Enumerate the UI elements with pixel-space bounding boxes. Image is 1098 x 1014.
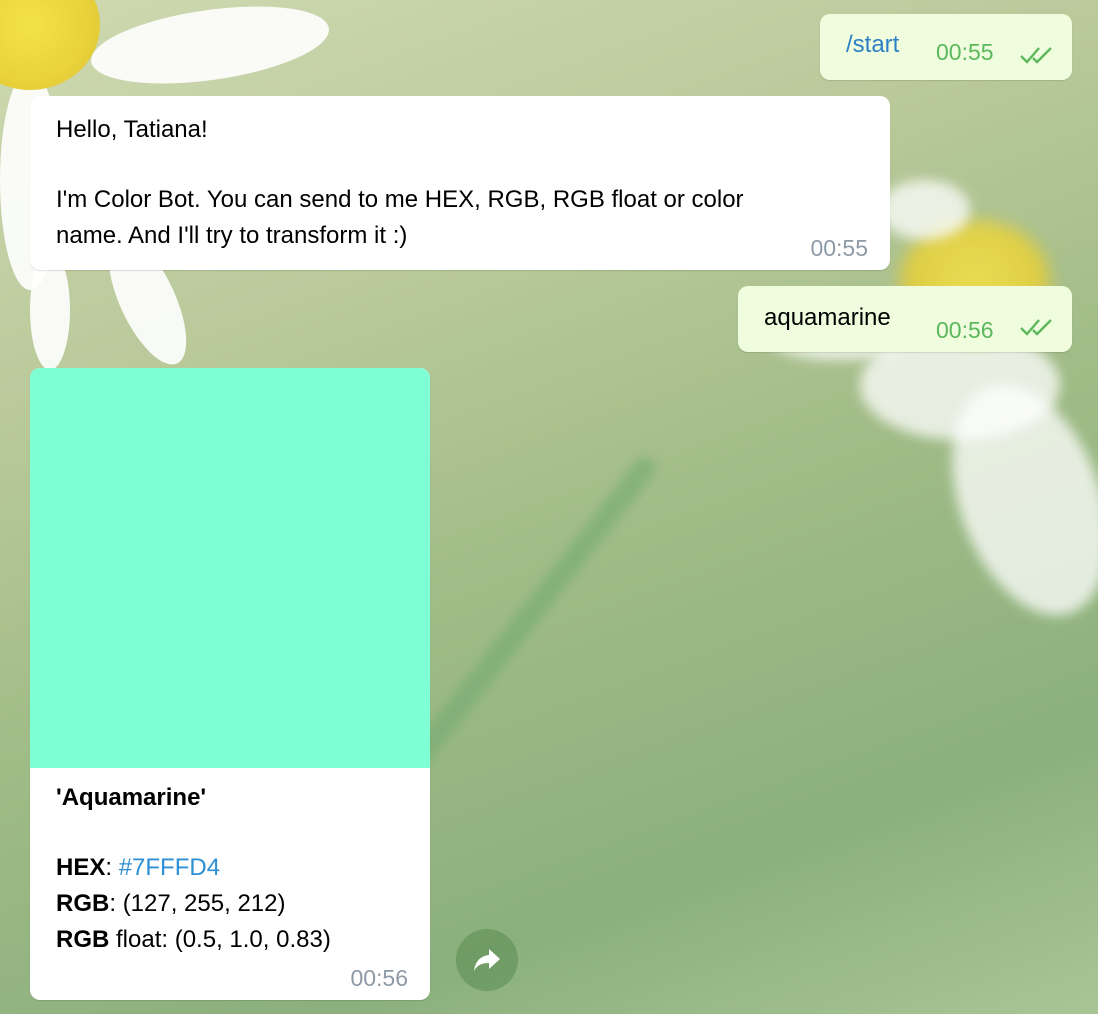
message-outgoing-query: aquamarine 00:56: [738, 286, 1072, 352]
rgb-line: RGB: (127, 255, 212): [56, 890, 286, 917]
greeting-line: Hello, Tatiana!: [56, 116, 208, 143]
message-time: 00:55: [810, 235, 868, 261]
greeting-line: I'm Color Bot. You can send to me HEX, R…: [56, 186, 744, 213]
color-swatch-image[interactable]: [30, 368, 430, 768]
message-time: 00:55: [936, 39, 994, 65]
rgb-float-line: RGB float: (0.5, 1.0, 0.83): [56, 926, 331, 953]
message-text: aquamarine: [764, 304, 891, 331]
message-incoming-greeting: Hello, Tatiana! I'm Color Bot. You can s…: [30, 96, 890, 270]
hex-value-link[interactable]: #7FFFD4: [119, 854, 220, 881]
double-check-icon: [1020, 47, 1052, 64]
forward-button[interactable]: [456, 929, 518, 991]
hex-line: HEX: #7FFFD4: [56, 854, 221, 881]
double-check-icon: [1020, 319, 1052, 336]
command-link[interactable]: /start: [846, 27, 899, 63]
color-name: 'Aquamarine': [56, 784, 207, 811]
message-time: 00:56: [350, 965, 408, 991]
message-outgoing-start: /start 00:55: [820, 14, 1072, 80]
message-time: 00:56: [936, 317, 994, 343]
forward-arrow-icon: [474, 949, 500, 971]
message-incoming-color-result: 'Aquamarine' HEX: #7FFFD4 RGB: (127, 255…: [30, 368, 430, 1000]
greeting-line: name. And I'll try to transform it :): [56, 222, 408, 249]
